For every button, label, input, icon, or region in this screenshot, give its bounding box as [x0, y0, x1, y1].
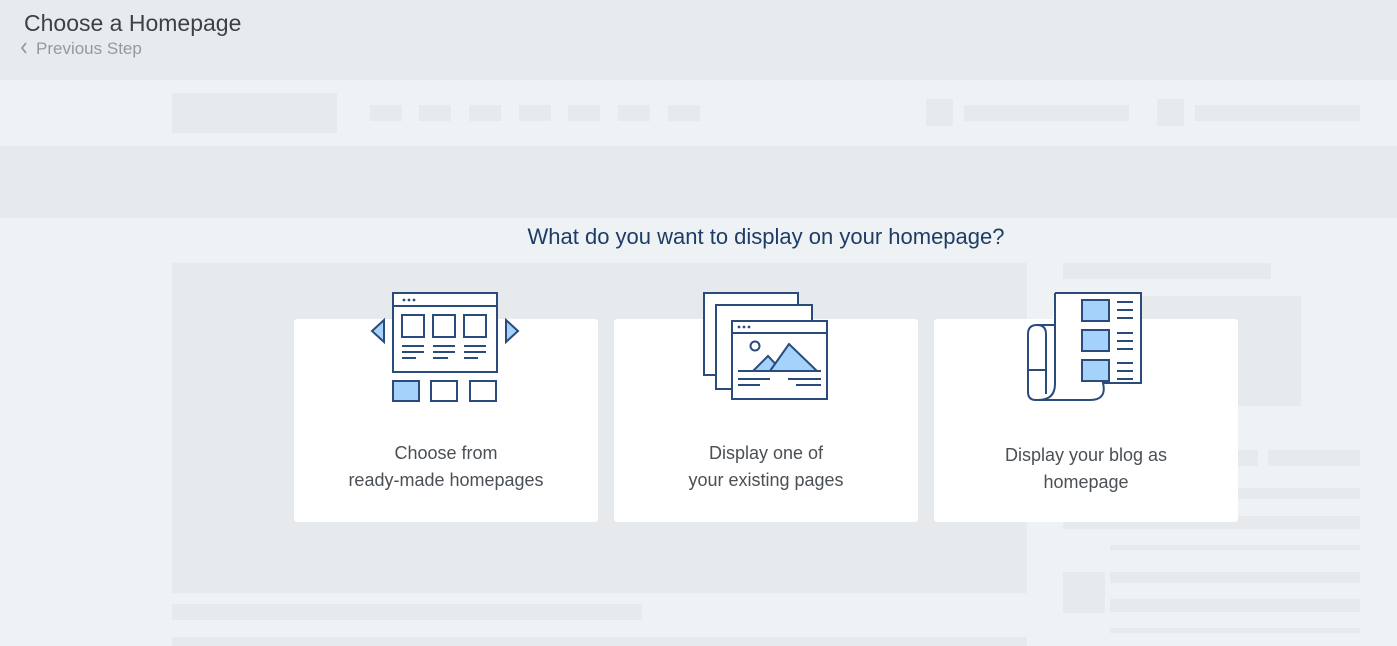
skeleton-text	[172, 637, 1027, 646]
header-bar: Choose a Homepage Previous Step	[0, 0, 1397, 80]
skeleton-text	[1110, 628, 1360, 633]
skeleton-text	[1195, 105, 1360, 121]
skeleton-nav-item	[668, 105, 700, 121]
option-label: Choose from ready-made homepages	[348, 443, 544, 490]
skeleton-logo	[172, 93, 337, 133]
skeleton-nav-item	[618, 105, 650, 121]
skeleton-text	[1110, 545, 1360, 550]
skeleton-icon	[1157, 99, 1184, 126]
skeleton-nav-item	[568, 105, 600, 121]
skeleton-thumb	[1063, 572, 1105, 613]
option-label: Display one of your existing pages	[688, 443, 844, 490]
skeleton-text	[1063, 263, 1271, 279]
skeleton-hero-band	[0, 146, 1397, 218]
skeleton-nav-item	[519, 105, 551, 121]
skeleton-text	[964, 105, 1129, 121]
skeleton-nav-item	[419, 105, 451, 121]
previous-step-label: Previous Step	[36, 39, 142, 58]
homepage-question: What do you want to display on your home…	[527, 224, 1005, 249]
template-gallery-icon	[370, 292, 520, 402]
skeleton-text	[1110, 599, 1360, 612]
skeleton-text	[172, 604, 642, 620]
blog-newspaper-icon	[1027, 292, 1142, 401]
skeleton-icon	[926, 99, 953, 126]
skeleton-text	[1110, 572, 1360, 583]
page-title: Choose a Homepage	[24, 10, 242, 36]
option-label: Display your blog as homepage	[1004, 445, 1168, 492]
chevron-left-icon	[20, 39, 32, 59]
previous-step-link[interactable]: Previous Step	[20, 39, 142, 59]
skeleton-text	[1268, 450, 1360, 466]
skeleton-nav-item	[469, 105, 501, 121]
skeleton-nav-item	[370, 105, 402, 121]
existing-pages-icon	[703, 292, 828, 400]
